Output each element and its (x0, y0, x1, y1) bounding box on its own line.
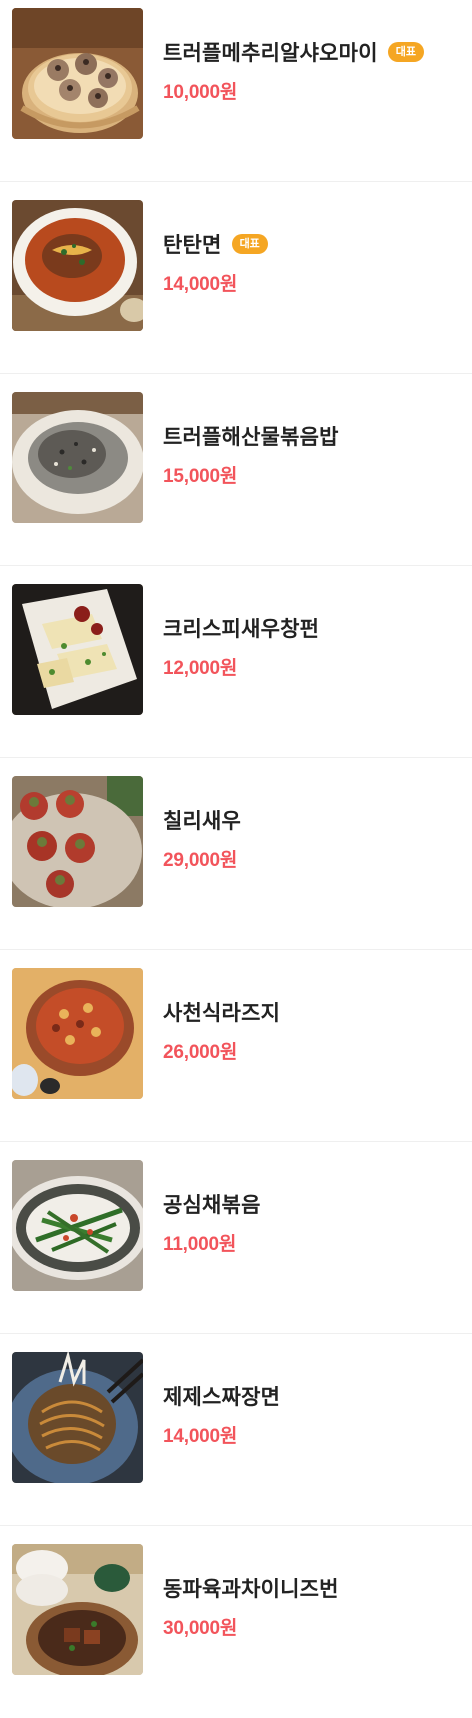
menu-item-name: 공심채볶음 (163, 1193, 261, 1217)
menu-item-info: 트러플메추리알샤오마이 대표 10,000원 (163, 37, 464, 104)
menu-item-price: 14,000원 (163, 1426, 238, 1447)
menu-item-photo[interactable] (12, 776, 143, 907)
menu-item-info: 제제스짜장면 14,000원 (163, 1381, 464, 1448)
menu-item-name: 탄탄면 (163, 233, 222, 257)
menu-item-name: 트러플메추리알샤오마이 (163, 41, 378, 65)
menu-item-info: 사천식라즈지 26,000원 (163, 997, 464, 1064)
menu-item-info: 칠리새우 29,000원 (163, 805, 464, 872)
menu-item-photo[interactable] (12, 8, 143, 139)
menu-item-price: 10,000원 (163, 82, 238, 103)
menu-item-name: 제제스짜장면 (163, 1385, 281, 1409)
menu-list: 트러플메추리알샤오마이 대표 10,000원 탄탄면 대표 14,000원 트러… (0, 0, 472, 1710)
menu-item-price: 15,000원 (163, 466, 238, 487)
menu-item-name: 크리스피새우창펀 (163, 617, 320, 641)
menu-item-photo[interactable] (12, 392, 143, 523)
menu-item-info: 공심채볶음 11,000원 (163, 1189, 464, 1256)
menu-item[interactable]: 공심채볶음 11,000원 (0, 1144, 472, 1334)
menu-item[interactable]: 트러플메추리알샤오마이 대표 10,000원 (0, 0, 472, 182)
menu-item-price: 14,000원 (163, 274, 238, 295)
menu-item[interactable]: 사천식라즈지 26,000원 (0, 952, 472, 1142)
menu-item-photo[interactable] (12, 200, 143, 331)
menu-item-info: 트러플해산물볶음밥 15,000원 (163, 421, 464, 488)
menu-item-name-row: 제제스짜장면 (163, 1381, 464, 1411)
menu-item-name-row: 공심채볶음 (163, 1189, 464, 1219)
menu-item-name-row: 탄탄면 대표 (163, 229, 464, 259)
menu-item-photo[interactable] (12, 584, 143, 715)
menu-item-name-row: 사천식라즈지 (163, 997, 464, 1027)
menu-item-price: 26,000원 (163, 1042, 238, 1063)
menu-item-photo[interactable] (12, 968, 143, 1099)
menu-item[interactable]: 제제스짜장면 14,000원 (0, 1336, 472, 1526)
menu-item[interactable]: 칠리새우 29,000원 (0, 760, 472, 950)
signature-badge: 대표 (231, 234, 268, 254)
signature-badge: 대표 (387, 42, 424, 62)
menu-item-info: 동파육과차이니즈번 30,000원 (163, 1573, 464, 1640)
menu-item-name: 사천식라즈지 (163, 1001, 281, 1025)
menu-item-name-row: 크리스피새우창펀 (163, 613, 464, 643)
menu-item[interactable]: 크리스피새우창펀 12,000원 (0, 568, 472, 758)
menu-item-photo[interactable] (12, 1160, 143, 1291)
menu-item-photo[interactable] (12, 1544, 143, 1675)
menu-item-info: 탄탄면 대표 14,000원 (163, 229, 464, 296)
menu-item-name-row: 트러플메추리알샤오마이 대표 (163, 37, 464, 67)
menu-item-info: 크리스피새우창펀 12,000원 (163, 613, 464, 680)
menu-item-name-row: 동파육과차이니즈번 (163, 1573, 464, 1603)
menu-item-photo[interactable] (12, 1352, 143, 1483)
menu-item[interactable]: 탄탄면 대표 14,000원 (0, 184, 472, 374)
menu-item-name-row: 트러플해산물볶음밥 (163, 421, 464, 451)
menu-item-name-row: 칠리새우 (163, 805, 464, 835)
menu-item-price: 11,000원 (163, 1234, 237, 1255)
menu-item-name: 동파육과차이니즈번 (163, 1577, 339, 1601)
menu-item-price: 29,000원 (163, 850, 238, 871)
menu-item-price: 12,000원 (163, 658, 238, 679)
menu-item-name: 칠리새우 (163, 809, 242, 833)
menu-item[interactable]: 동파육과차이니즈번 30,000원 (0, 1528, 472, 1718)
menu-item-name: 트러플해산물볶음밥 (163, 425, 339, 449)
menu-item-price: 30,000원 (163, 1618, 238, 1639)
menu-item[interactable]: 트러플해산물볶음밥 15,000원 (0, 376, 472, 566)
